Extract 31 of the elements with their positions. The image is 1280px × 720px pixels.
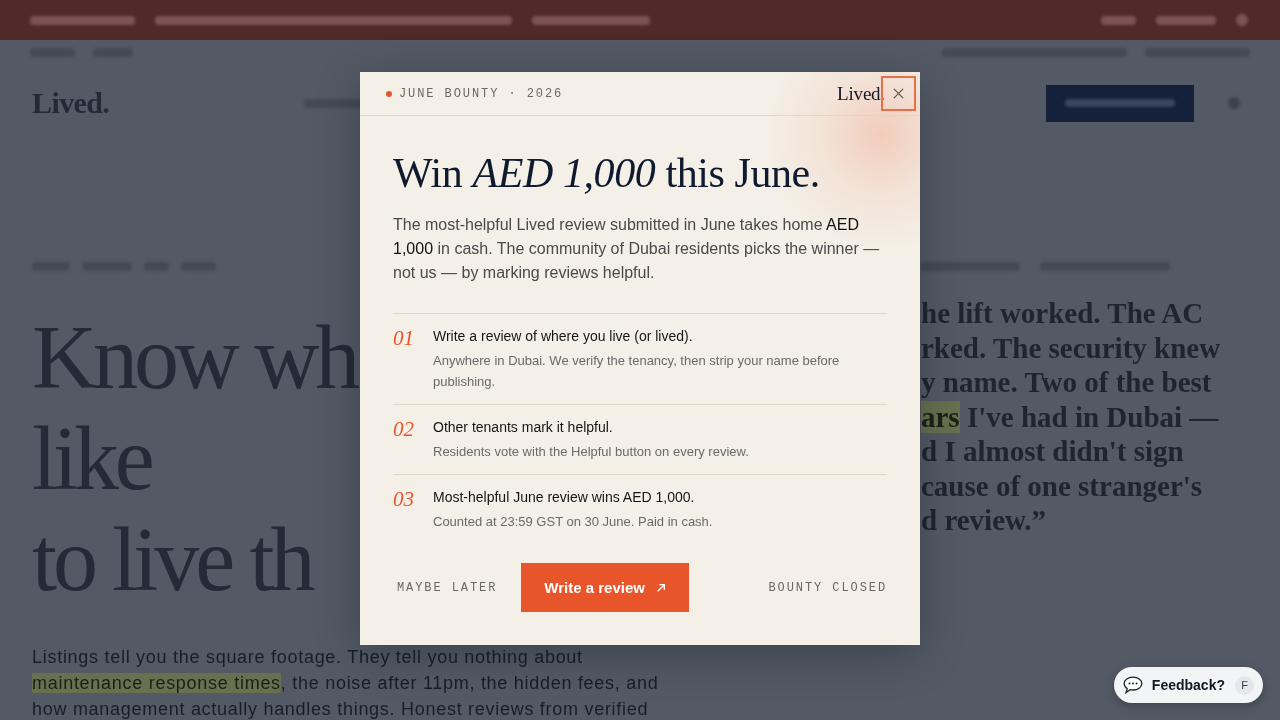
body-text-line: maintenance response times, the noise after 11pm, the hidden fees, and xyxy=(32,672,659,695)
eyebrow-text: JUNE BOUNTY · 2026 xyxy=(399,86,564,101)
step-title: Other tenants mark it helpful. xyxy=(433,418,614,437)
shortcut-key: F xyxy=(1235,675,1254,695)
step-number: 03 xyxy=(393,487,414,511)
step-title: Write a review of where you live (or lived). xyxy=(433,327,694,346)
blurred-icon xyxy=(1236,14,1248,26)
step-number: 02 xyxy=(393,417,414,441)
text-link[interactable]: maintenance response times xyxy=(32,673,281,693)
step-text: Anywhere in Dubai. We verify the tenancy, then strip your name before publishing. xyxy=(433,352,841,391)
maybe-later-button[interactable]: MAYBE LATER xyxy=(393,580,502,595)
dot-icon xyxy=(386,90,392,97)
step-text: Counted at 23:59 GST on 30 June. Paid in cash. xyxy=(433,513,714,531)
blurred-icon xyxy=(1228,97,1240,109)
close-icon xyxy=(893,88,904,99)
write-review-button[interactable]: Write a review xyxy=(521,563,689,612)
step-text: Residents vote with the Helpful button on every review. xyxy=(433,443,750,461)
modal-title: Win AED 1,000 this June. xyxy=(393,150,821,196)
step-number: 01 xyxy=(393,326,414,350)
arrow-icon xyxy=(655,582,666,593)
status-text: BOUNTY CLOSED xyxy=(768,580,887,595)
feedback-button[interactable]: Feedback? F xyxy=(1113,667,1263,703)
intro-text: The most-helpful Lived review submitted in June takes home AED 1,000 in cash. The community of Dubai residents picks the winner — not us — by marking reviews helpful. xyxy=(393,215,881,283)
step-title: Most-helpful June review wins AED 1,000. xyxy=(433,488,696,507)
close-button[interactable] xyxy=(881,76,916,111)
blurred-text-bar xyxy=(1156,15,1216,25)
text-link[interactable]: ars xyxy=(921,400,960,433)
chat-icon xyxy=(1122,676,1143,694)
blurred-text-bar xyxy=(1101,15,1136,25)
body-text-line: how management actually handles things. Honest reviews from verified xyxy=(32,698,649,720)
header-button[interactable] xyxy=(1046,84,1194,122)
